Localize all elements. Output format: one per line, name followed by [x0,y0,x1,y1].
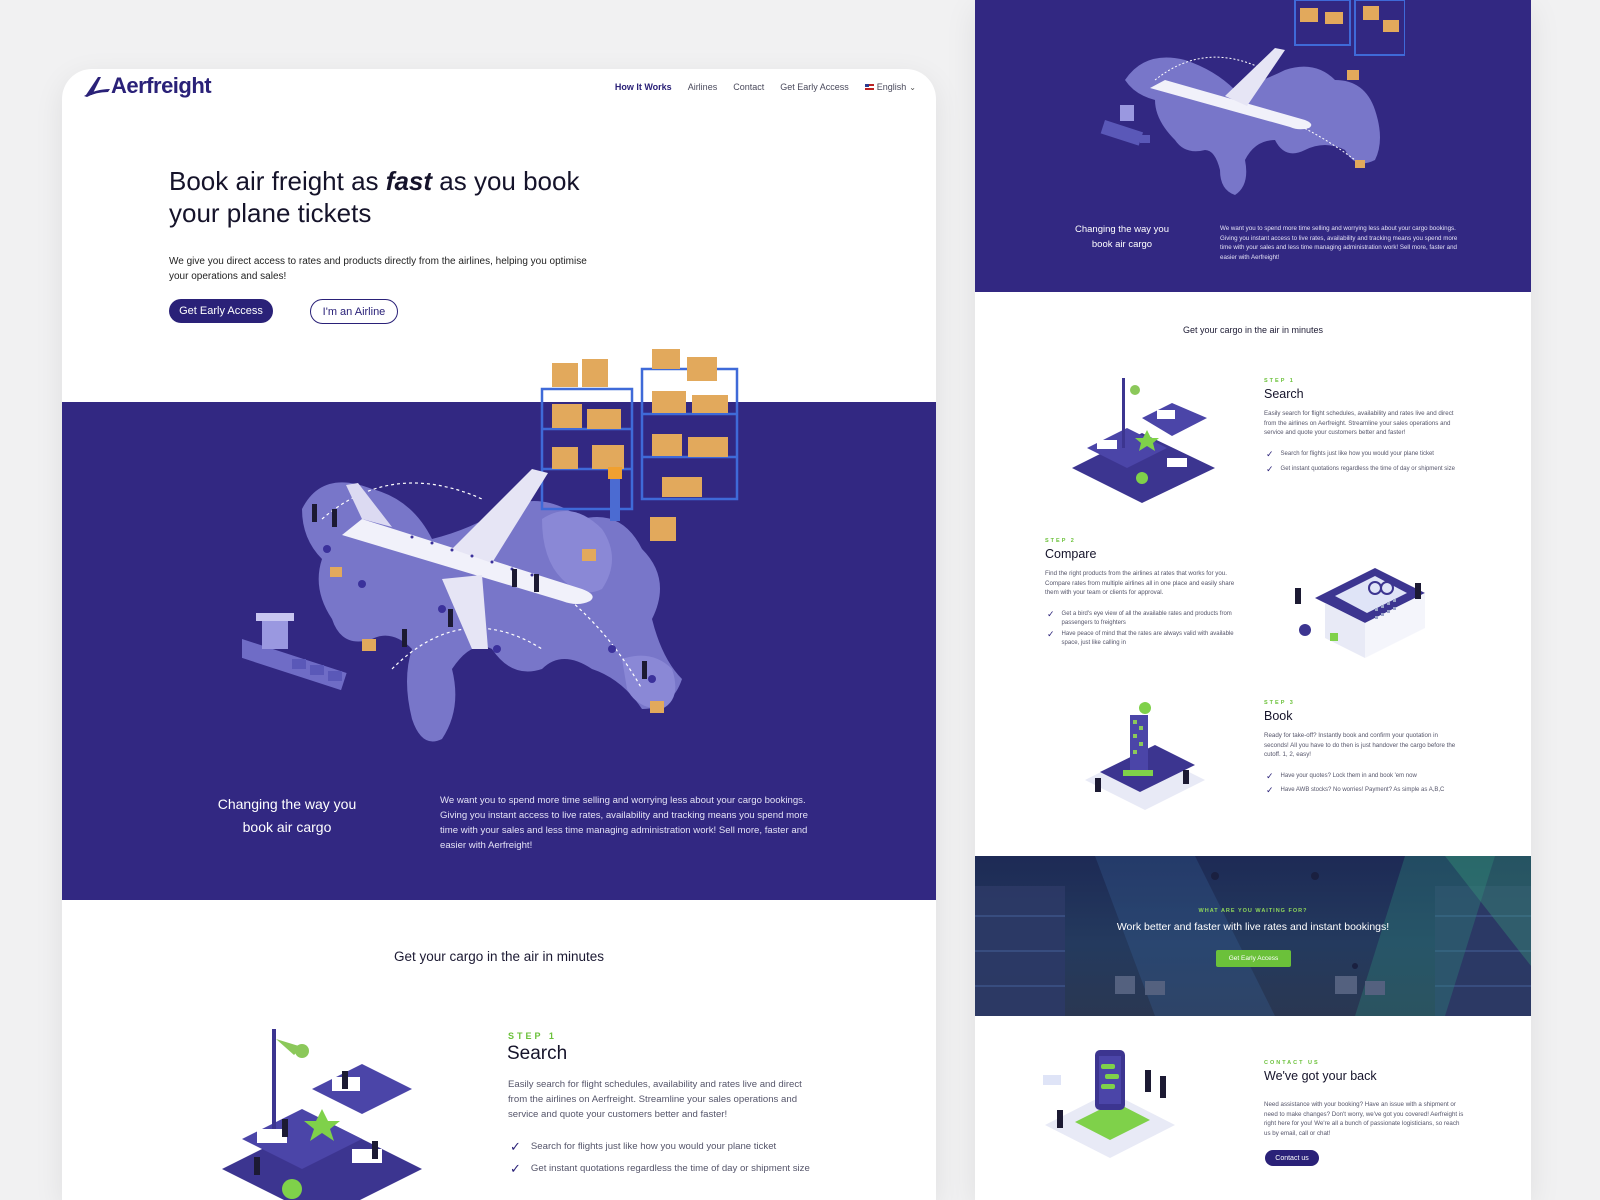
nav-get-early-access[interactable]: Get Early Access [780,82,849,92]
checkmark-icon: ✓ [1266,785,1274,795]
checkmark-icon: ✓ [1047,609,1055,619]
nav-contact[interactable]: Contact [733,82,764,92]
search-illustration-small [1072,378,1215,503]
step3-bullet-1-small: ✓ Have your quotes? Lock them in and book… [1266,771,1417,781]
top-navigation: Aerfreight How It Works Airlines Contact… [62,69,936,129]
step1-label-small: STEP 1 [1264,378,1295,384]
language-selector[interactable]: English ⌄ [864,82,916,92]
logo-text: Aerfreight [111,73,212,98]
world-map-illustration-small [1100,0,1405,195]
book-illustration-small [1085,702,1205,810]
step2-text-small: Find the right products from the airline… [1045,570,1235,597]
checkmark-icon: ✓ [1047,629,1055,639]
checkmark-icon: ✓ [1266,449,1274,459]
scrolled-page-mockup: Changing the way you book air cargo We w… [975,0,1531,1200]
logo-wing-icon [84,77,110,97]
im-an-airline-button[interactable]: I'm an Airline [310,299,398,324]
checkmark-icon: ✓ [1266,464,1274,474]
search-step-illustration [222,1029,422,1200]
step3-label-small: STEP 3 [1264,700,1295,706]
contact-title: We've got your back [1264,1069,1377,1083]
step1-bullet-1: ✓ Search for flights just like how you wo… [510,1139,777,1154]
contact-label: CONTACT US [1264,1060,1320,1066]
cta-title: Work better and faster with live rates a… [1116,921,1390,933]
steps-section-title-small: Get your cargo in the air in minutes [1182,325,1324,335]
cta-get-early-access-button[interactable]: Get Early Access [1216,950,1291,967]
step2-title-small: Compare [1045,547,1097,561]
step2-bullet-2-small: ✓ Have peace of mind that the rates are a… [1047,629,1234,646]
step1-bullet-2-small: ✓ Get instant quotations regardless the t… [1266,464,1455,474]
step3-title-small: Book [1264,709,1293,723]
step3-text-small: Ready for take-off? Instantly book and c… [1264,732,1456,759]
nav-how-it-works[interactable]: How It Works [615,82,672,92]
step1-title-small: Search [1264,387,1304,401]
hero-subtitle: We give you direct access to rates and p… [169,256,587,282]
band-text: We want you to spend more time selling a… [440,795,808,851]
band-text-small: We want you to spend more time selling a… [1220,225,1458,261]
nav-links: How It Works Airlines Contact Get Early … [615,82,916,92]
band-heading: Changing the way you book air cargo [217,796,357,835]
steps-section-title: Get your cargo in the air in minutes [393,949,605,964]
step1-text: Easily search for flight schedules, avai… [508,1079,802,1120]
checkmark-icon: ✓ [1266,771,1274,781]
hero-title: Book air freight as fast as you book you… [169,166,580,228]
step1-text-small: Easily search for flight schedules, avai… [1264,410,1454,437]
world-map-cargo-illustration [242,349,739,742]
language-label: English [876,82,907,92]
band-heading-small: Changing the way you book air cargo [1074,224,1169,250]
cta-banner [975,856,1531,1016]
nav-airlines[interactable]: Airlines [688,82,718,92]
contact-us-button[interactable]: Contact us [1265,1150,1319,1166]
step2-label-small: STEP 2 [1045,538,1076,544]
contact-illustration-small [1043,1050,1175,1158]
step1-title: Search [507,1043,568,1064]
step1-bullet-1-small: ✓ Search for flights just like how you wo… [1266,449,1434,459]
step1-bullet-2: ✓ Get instant quotations regardless the t… [510,1161,810,1176]
checkmark-icon: ✓ [510,1139,521,1154]
compare-illustration-small [1295,568,1425,658]
logo[interactable]: Aerfreight [84,73,212,99]
desktop-page-mockup: Aerfreight How It Works Airlines Contact… [62,69,936,1200]
step3-bullet-2-small: ✓ Have AWB stocks? No worries! Payment? A… [1266,785,1445,795]
flag-icon [864,84,874,90]
chevron-down-icon: ⌄ [909,82,916,92]
get-early-access-button[interactable]: Get Early Access [169,299,273,323]
checkmark-icon: ✓ [510,1161,521,1176]
step2-bullet-1-small: ✓ Get a bird's eye view of all the availa… [1047,609,1232,626]
contact-text: Need assistance with your booking? Have … [1264,1101,1464,1137]
step1-label: STEP 1 [508,1031,557,1041]
warehouse-background [975,856,1531,1016]
cta-label: WHAT ARE YOU WAITING FOR? [1198,908,1308,914]
